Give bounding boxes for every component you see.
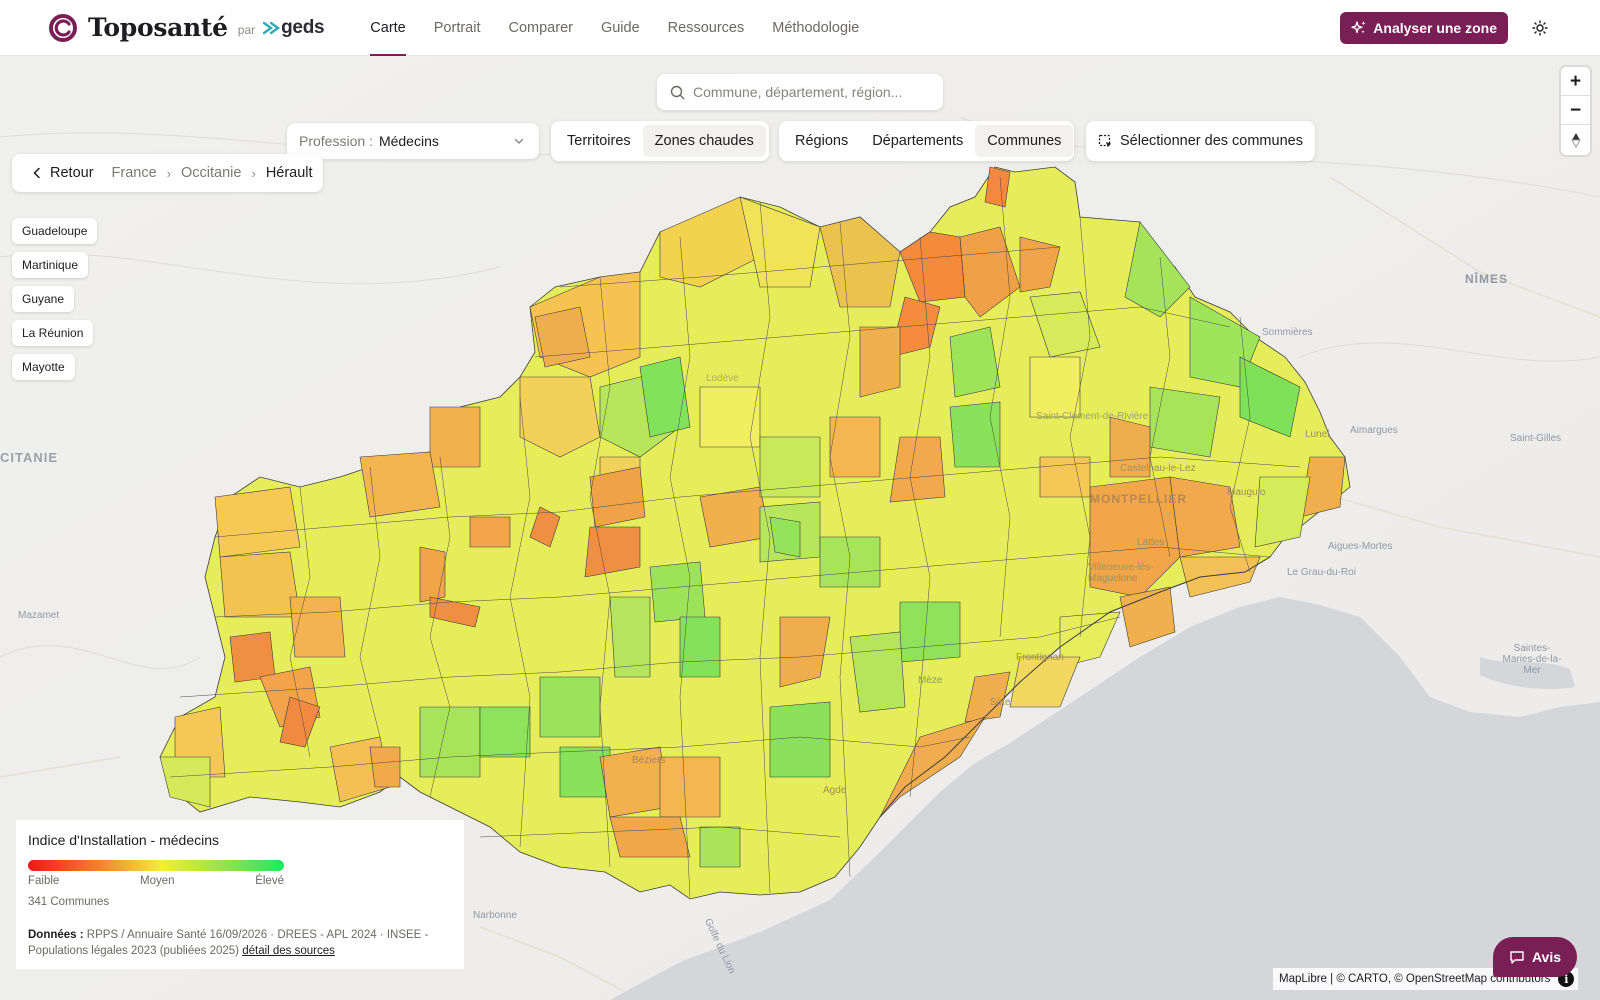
nav-ressources[interactable]: Ressources xyxy=(654,0,759,56)
feedback-button[interactable]: Avis xyxy=(1493,937,1577,977)
legend-count: 341 Communes xyxy=(28,896,110,908)
feedback-label: Avis xyxy=(1531,949,1562,965)
label-mauguio: Mauguio xyxy=(1227,487,1266,498)
minus-icon: − xyxy=(1569,99,1582,121)
tab-zones-chaudes[interactable]: Zones chaudes xyxy=(642,125,766,157)
chevron-right-icon: › xyxy=(166,165,172,181)
label-castelnau: Castelnau-le-Lez xyxy=(1120,463,1196,474)
label-region: CITANIE xyxy=(0,450,59,465)
partner-mark-icon xyxy=(263,21,281,34)
legend-low: Faible xyxy=(28,875,60,887)
label-sommieres: Sommières xyxy=(1262,327,1313,338)
label-narbonne: Narbonne xyxy=(473,910,517,921)
sources-label: Données : xyxy=(28,929,84,941)
plus-icon: + xyxy=(1569,70,1582,92)
search-icon xyxy=(670,85,685,100)
chevron-right-icon: › xyxy=(251,165,256,181)
overseas-la-reunion[interactable]: La Réunion xyxy=(12,320,94,346)
partner-logo: geds xyxy=(263,16,325,39)
sparkles-icon xyxy=(1351,21,1367,34)
label-meze: Mèze xyxy=(918,675,943,686)
label-agde: Agde xyxy=(823,785,847,796)
tab-departements[interactable]: Départements xyxy=(860,125,975,157)
nav-methodologie[interactable]: Méthodologie xyxy=(758,0,873,56)
toposante-logo-icon xyxy=(49,13,77,42)
overseas-guyane[interactable]: Guyane xyxy=(12,286,75,312)
label-montpellier: MONTPELLIER xyxy=(1090,492,1187,506)
profession-value: Médecins xyxy=(378,133,439,149)
nav-guide[interactable]: Guide xyxy=(587,0,654,56)
theme-toggle-button[interactable] xyxy=(1528,16,1552,40)
profession-select[interactable]: Profession : Médecins xyxy=(287,123,539,159)
breadcrumb-herault: Hérault xyxy=(265,165,313,181)
overseas-mayotte[interactable]: Mayotte xyxy=(12,354,75,380)
zoom-out-button[interactable]: − xyxy=(1561,96,1590,125)
overseas-martinique[interactable]: Martinique xyxy=(12,252,89,278)
label-nimes: NÎMES xyxy=(1465,272,1509,286)
nav-portrait[interactable]: Portrait xyxy=(420,0,495,56)
level-tabs: Régions Départements Communes xyxy=(779,121,1074,161)
label-st-clement: Saint-Clément-de-Rivière xyxy=(1036,411,1149,422)
label-lunel: Lunel xyxy=(1305,429,1330,440)
lasso-select-icon xyxy=(1098,134,1112,147)
legend-sources: Données : RPPS / Annuaire Santé 16/09/20… xyxy=(28,927,458,959)
brand-name: Toposanté xyxy=(88,13,228,42)
analyze-zone-label: Analyser une zone xyxy=(1373,20,1497,36)
label-villeneuve: Villeneuve-lès-Maguelone xyxy=(1088,562,1154,584)
label-frontignan: Frontignan xyxy=(1016,652,1064,663)
label-aimargues: Aimargues xyxy=(1350,425,1398,436)
select-communes-label: Sélectionner des communes xyxy=(1120,133,1303,149)
chevron-down-icon xyxy=(514,138,524,144)
compass-icon xyxy=(1570,132,1581,148)
search-input[interactable] xyxy=(693,84,923,100)
zoom-in-button[interactable]: + xyxy=(1561,67,1590,96)
search-box[interactable] xyxy=(657,74,943,110)
select-communes-button[interactable]: Sélectionner des communes xyxy=(1086,121,1315,161)
sun-icon xyxy=(1532,20,1548,36)
label-grau-du-roi: Le Grau-du-Roi xyxy=(1287,567,1356,578)
legend-ticks: Faible Moyen Élevé xyxy=(28,875,284,887)
label-mazamet: Mazamet xyxy=(18,610,60,621)
sources-link[interactable]: détail des sources xyxy=(242,945,335,957)
label-aigues-mortes: Aigues-Mortes xyxy=(1328,541,1393,552)
brand[interactable]: Toposanté par geds xyxy=(48,13,325,43)
tab-territoires[interactable]: Territoires xyxy=(555,125,643,157)
tab-regions[interactable]: Régions xyxy=(783,125,860,157)
reset-bearing-button[interactable] xyxy=(1561,125,1590,154)
nav-carte[interactable]: Carte xyxy=(356,0,419,56)
breadcrumb-france[interactable]: France xyxy=(112,165,157,181)
back-button[interactable]: Retour xyxy=(32,165,94,181)
back-label: Retour xyxy=(50,165,94,181)
profession-label: Profession : xyxy=(299,133,373,149)
map-legend: Indice d'Installation - médecins Faible … xyxy=(16,820,464,969)
main-nav: Carte Portrait Comparer Guide Ressources… xyxy=(356,0,873,56)
legend-color-scale xyxy=(28,860,284,871)
legend-high: Élevé xyxy=(255,875,284,887)
legend-mid: Moyen xyxy=(140,875,175,887)
label-sete: Sète xyxy=(990,697,1011,708)
app-header: Toposanté par geds Carte Portrait Compar… xyxy=(0,0,1600,56)
label-saint-gilles: Saint-Gilles xyxy=(1510,433,1562,444)
view-mode-tabs: Territoires Zones chaudes xyxy=(551,121,769,161)
label-lattes: Lattes xyxy=(1137,537,1165,548)
chat-bubble-icon xyxy=(1510,951,1524,964)
brand-par: par xyxy=(237,22,256,37)
label-saintes-maries: Saintes-Maries-de-la-Mer xyxy=(1502,643,1562,676)
label-beziers: Béziers xyxy=(632,755,666,766)
tab-communes[interactable]: Communes xyxy=(975,125,1074,157)
chevron-left-icon xyxy=(33,167,40,179)
overseas-guadeloupe[interactable]: Guadeloupe xyxy=(12,218,98,244)
sources-text: RPPS / Annuaire Santé 16/09/2026 · DREES… xyxy=(28,929,429,957)
analyze-zone-button[interactable]: Analyser une zone xyxy=(1340,12,1508,44)
breadcrumb-occitanie[interactable]: Occitanie xyxy=(181,165,241,181)
label-lodeve: Lodève xyxy=(706,373,739,384)
zoom-controls: + − xyxy=(1561,67,1590,155)
legend-title: Indice d'Installation - médecins xyxy=(28,832,219,848)
breadcrumb: Retour France › Occitanie › Hérault xyxy=(12,154,323,192)
nav-comparer[interactable]: Comparer xyxy=(495,0,587,56)
partner-name: geds xyxy=(281,16,325,38)
